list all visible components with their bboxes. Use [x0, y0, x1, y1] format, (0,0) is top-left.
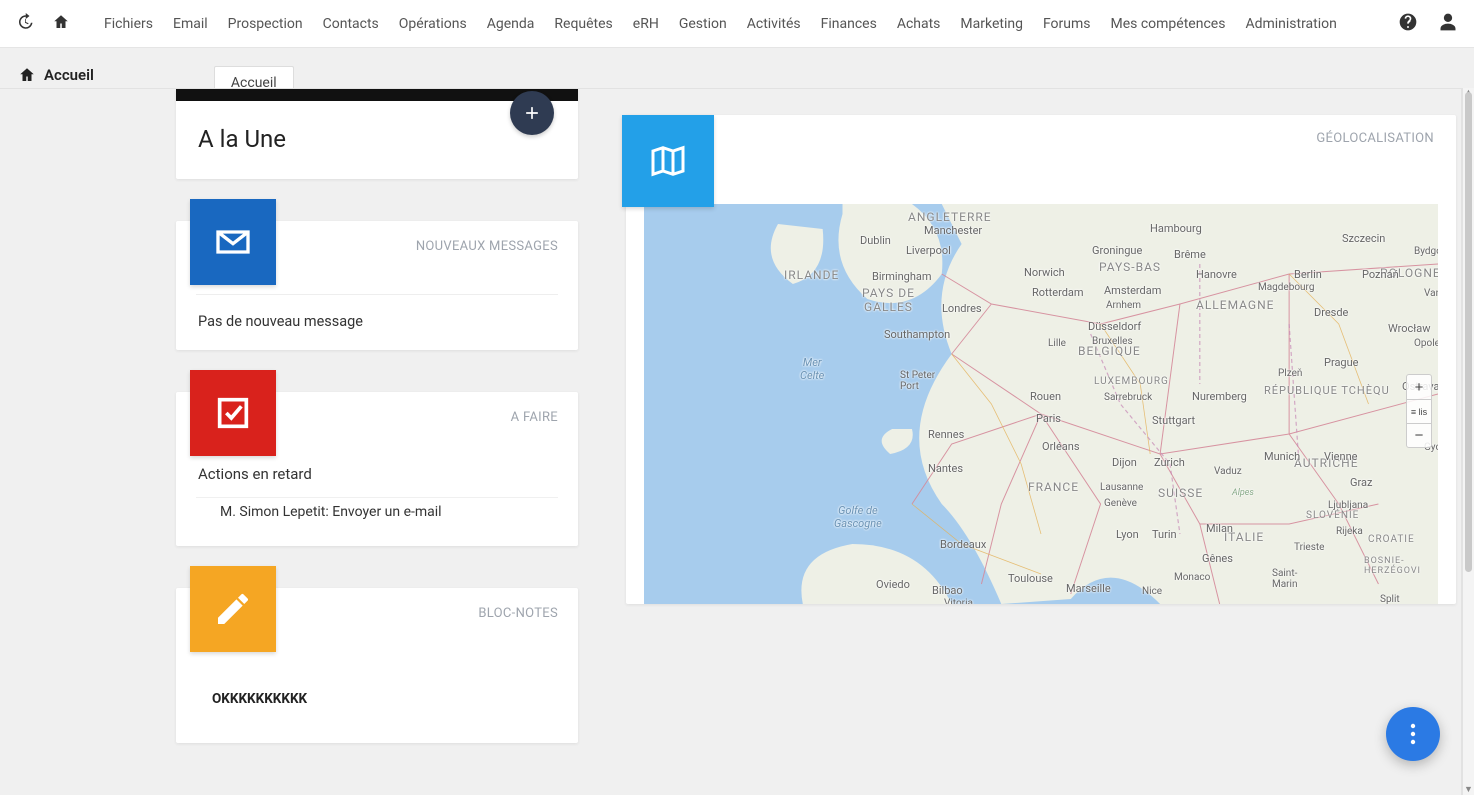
breadcrumb-label: Accueil: [44, 66, 94, 84]
map-zoom-controls: + ≡ lis −: [1406, 374, 1432, 448]
fab-more-button[interactable]: [1386, 707, 1440, 761]
geo-title: GÉOLOCALISATION: [626, 131, 1456, 154]
top-bar: Fichiers Email Prospection Contacts Opér…: [0, 0, 1474, 48]
user-icon[interactable]: [1438, 12, 1458, 36]
zoom-out-button[interactable]: −: [1407, 423, 1431, 447]
widget-geolocation: GÉOLOCALISATION: [626, 115, 1456, 604]
zoom-list-button[interactable]: ≡ lis: [1407, 399, 1431, 423]
plus-icon: [522, 103, 542, 123]
nav-prospection[interactable]: Prospection: [218, 0, 313, 48]
nav-agenda[interactable]: Agenda: [477, 0, 545, 48]
add-une-button[interactable]: [510, 91, 554, 135]
nav-operations[interactable]: Opérations: [389, 0, 477, 48]
nav-contacts[interactable]: Contacts: [313, 0, 389, 48]
card-a-la-une: A la Une: [176, 89, 578, 179]
nav-fichiers[interactable]: Fichiers: [94, 0, 163, 48]
scroll-down-icon[interactable]: ▼: [1463, 784, 1474, 795]
widget-messages: NOUVEAUX MESSAGES Pas de nouveau message: [176, 211, 578, 350]
main-nav: Fichiers Email Prospection Contacts Opér…: [94, 0, 1398, 48]
subheader: Accueil Accueil: [0, 48, 1474, 92]
map-icon: [622, 115, 714, 207]
messages-empty: Pas de nouveau message: [196, 313, 558, 330]
home-icon[interactable]: [52, 13, 70, 35]
content-area: A la Une NOUVEAUX MESSAGES Pas de nouvea…: [0, 88, 1462, 795]
pencil-icon: [190, 566, 276, 652]
nav-email[interactable]: Email: [163, 0, 218, 48]
topbar-left-icons: [16, 13, 70, 35]
topbar-right-icons: [1398, 12, 1458, 36]
nav-competences[interactable]: Mes compétences: [1101, 0, 1236, 48]
history-icon[interactable]: [16, 13, 34, 35]
map[interactable]: MerCelte Golfe deGascogne ANGLETERRE IRL…: [644, 204, 1438, 604]
nav-gestion[interactable]: Gestion: [669, 0, 737, 48]
map-canvas: [644, 204, 1438, 604]
todo-item[interactable]: M. Simon Lepetit: Envoyer un e-mail: [196, 497, 558, 526]
nav-requetes[interactable]: Requêtes: [544, 0, 622, 48]
nav-achats[interactable]: Achats: [887, 0, 951, 48]
help-icon[interactable]: [1398, 12, 1418, 36]
une-title: A la Une: [198, 125, 556, 153]
notes-content[interactable]: OKKKKKKKKKK: [196, 661, 558, 707]
todo-section-title: Actions en retard: [196, 465, 558, 497]
divider: [196, 294, 558, 295]
widget-todo: A FAIRE Actions en retard M. Simon Lepet…: [176, 382, 578, 546]
nav-forums[interactable]: Forums: [1033, 0, 1101, 48]
check-square-icon: [190, 370, 276, 456]
widget-notes: BLOC-NOTES OKKKKKKKKKK: [176, 578, 578, 743]
nav-marketing[interactable]: Marketing: [950, 0, 1033, 48]
nav-activites[interactable]: Activités: [737, 0, 811, 48]
zoom-in-button[interactable]: +: [1407, 375, 1431, 399]
home-icon-small: [18, 66, 36, 84]
nav-administration[interactable]: Administration: [1235, 0, 1346, 48]
breadcrumb[interactable]: Accueil: [18, 66, 94, 84]
envelope-icon: [190, 199, 276, 285]
scroll-thumb[interactable]: [1465, 92, 1472, 572]
nav-erh[interactable]: eRH: [623, 0, 669, 48]
more-vertical-icon: [1410, 722, 1416, 746]
nav-finances[interactable]: Finances: [811, 0, 887, 48]
vertical-scrollbar[interactable]: ▲ ▼: [1462, 88, 1474, 795]
